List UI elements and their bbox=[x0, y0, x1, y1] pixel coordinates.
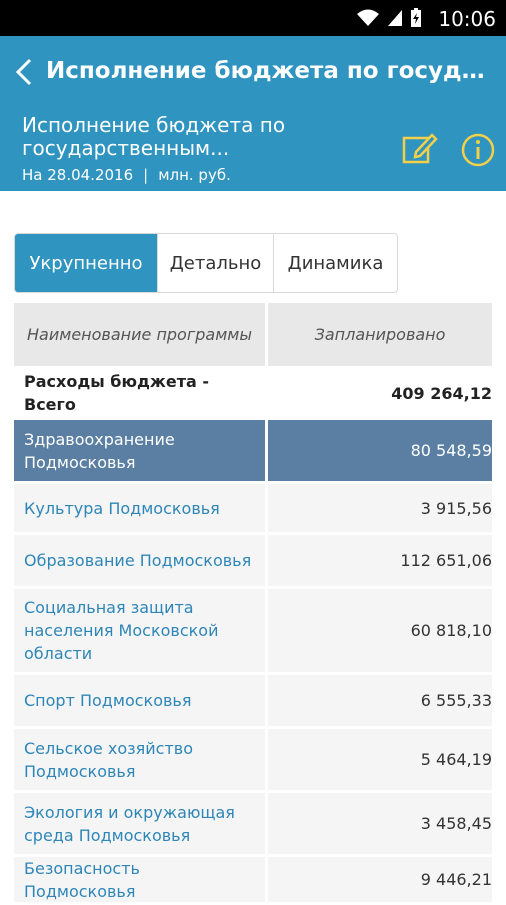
row-value: 3 915,56 bbox=[268, 484, 492, 532]
meta-separator: | bbox=[143, 166, 149, 184]
row-name: Экология и окружающая среда Подмосковья bbox=[14, 793, 268, 854]
back-arrow-icon[interactable] bbox=[12, 56, 36, 88]
tab-detailed[interactable]: Детально bbox=[157, 234, 273, 292]
report-date: На 28.04.2016 bbox=[22, 166, 134, 184]
header-planned: Запланировано bbox=[268, 303, 492, 366]
report-meta: На 28.04.2016 | млн. руб. bbox=[22, 166, 231, 184]
status-bar: 10:06 bbox=[0, 0, 506, 36]
report-subtitle: Исполнение бюджета по государственным... bbox=[22, 113, 286, 160]
row-name: Культура Подмосковья bbox=[14, 484, 268, 532]
table-row[interactable]: Культура Подмосковья 3 915,56 bbox=[14, 484, 492, 535]
table-row-total: Расходы бюджета - Всего 409 264,12 bbox=[14, 369, 492, 420]
table-row[interactable]: Спорт Подмосковья 6 555,33 bbox=[14, 675, 492, 729]
status-icons bbox=[356, 8, 422, 28]
row-value: 60 818,10 bbox=[268, 589, 492, 672]
info-icon[interactable] bbox=[460, 132, 496, 168]
row-value: 80 548,59 bbox=[268, 420, 492, 481]
table-header: Наименование программы Запланировано bbox=[14, 303, 492, 369]
table-row[interactable]: Безопасность Подмосковья 9 446,21 bbox=[14, 857, 492, 905]
battery-icon bbox=[411, 8, 421, 27]
row-name: Образование Подмосковья bbox=[14, 535, 268, 586]
table-row[interactable]: Социальная защита населения Московской о… bbox=[14, 589, 492, 675]
row-value: 409 264,12 bbox=[268, 369, 492, 417]
wifi-icon bbox=[357, 9, 379, 26]
table-row[interactable]: Образование Подмосковья 112 651,06 bbox=[14, 535, 492, 589]
row-value: 6 555,33 bbox=[268, 675, 492, 726]
row-value: 3 458,45 bbox=[268, 793, 492, 854]
row-name: Безопасность Подмосковья bbox=[14, 857, 268, 902]
report-units: млн. руб. bbox=[158, 166, 231, 184]
row-value: 112 651,06 bbox=[268, 535, 492, 586]
row-name: Социальная защита населения Московской о… bbox=[14, 589, 268, 672]
clock: 10:06 bbox=[438, 7, 496, 31]
table-row[interactable]: Здравоохранение Подмосковья 80 548,59 bbox=[14, 420, 492, 484]
edit-icon[interactable] bbox=[402, 132, 438, 164]
row-name: Спорт Подмосковья bbox=[14, 675, 268, 726]
signal-icon bbox=[388, 10, 402, 26]
tab-aggregated[interactable]: Укрупненно bbox=[15, 234, 157, 292]
tab-dynamics[interactable]: Динамика bbox=[273, 234, 397, 292]
row-name: Сельское хозяйство Подмосковья bbox=[14, 729, 268, 790]
header-program-name: Наименование программы bbox=[14, 303, 268, 366]
app-bar: Исполнение бюджета по госуда... Исполнен… bbox=[0, 36, 506, 191]
table-row[interactable]: Сельское хозяйство Подмосковья 5 464,19 bbox=[14, 729, 492, 793]
budget-table: Наименование программы Запланировано Рас… bbox=[14, 303, 492, 905]
view-tabs: Укрупненно Детально Динамика bbox=[14, 233, 398, 293]
table-row[interactable]: Экология и окружающая среда Подмосковья … bbox=[14, 793, 492, 857]
row-name: Расходы бюджета - Всего bbox=[14, 369, 268, 417]
row-value: 9 446,21 bbox=[268, 857, 492, 902]
row-name: Здравоохранение Подмосковья bbox=[14, 420, 268, 481]
page-title: Исполнение бюджета по госуда... bbox=[46, 58, 486, 84]
row-value: 5 464,19 bbox=[268, 729, 492, 790]
